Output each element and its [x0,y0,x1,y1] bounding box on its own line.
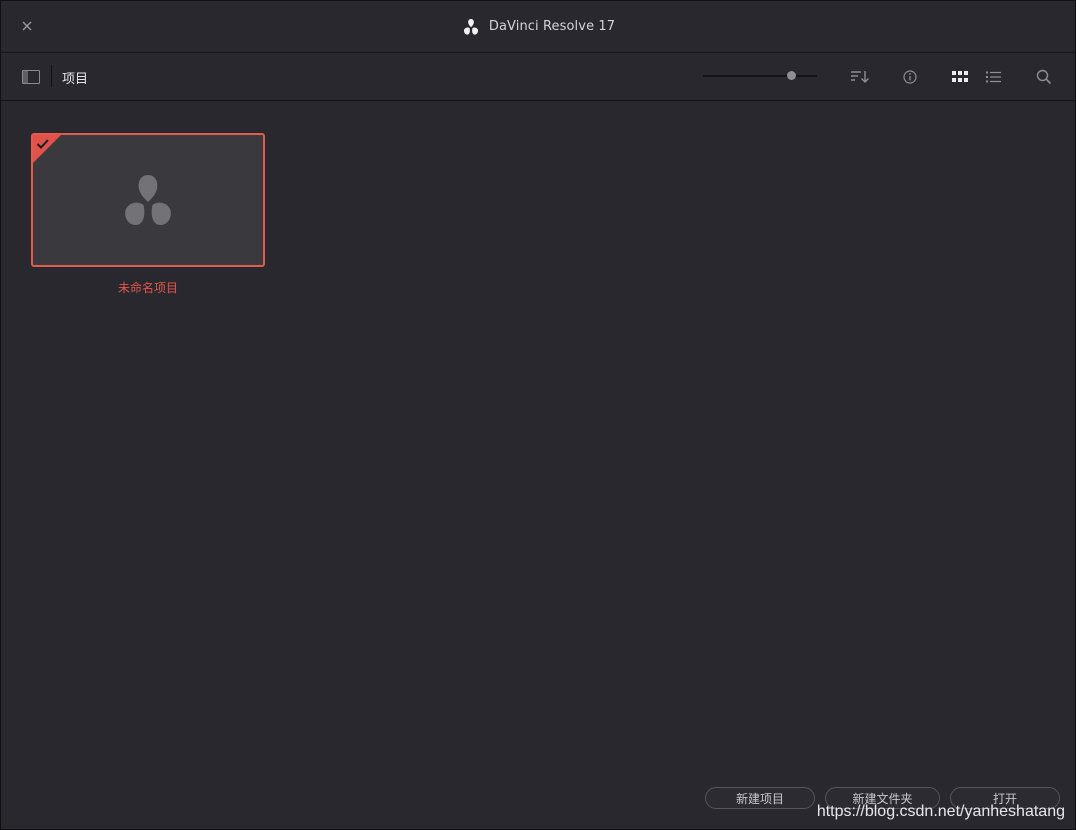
info-button[interactable] [900,67,920,87]
project-thumbnail[interactable] [31,133,265,267]
toolbar: 项目 [1,53,1075,101]
project-card[interactable]: 未命名项目 [31,133,265,296]
sort-icon [851,71,869,83]
project-browser: 未命名项目 新建项目 新建文件夹 打开 https://blog.csdn.ne… [1,101,1075,829]
davinci-logo-icon [463,18,478,35]
list-view-icon [986,71,1001,83]
info-icon [903,70,917,84]
checkmark-icon [36,139,49,149]
search-icon [1036,69,1052,85]
new-project-button[interactable]: 新建项目 [705,787,815,809]
toolbar-divider [51,65,52,87]
breadcrumb[interactable]: 项目 [62,68,88,87]
title-bar: DaVinci Resolve 17 [1,1,1075,53]
list-view-button[interactable] [984,67,1004,87]
slider-handle[interactable] [787,71,796,80]
project-manager-window: DaVinci Resolve 17 项目 未命名项目 新建项目 新建文件夹 打… [0,0,1076,830]
watermark-text: https://blog.csdn.net/yanheshatang [816,803,1065,820]
sidebar-toggle-button[interactable] [22,69,40,84]
window-title: DaVinci Resolve 17 [488,19,616,34]
window-title-group: DaVinci Resolve 17 [1,1,1075,52]
davinci-placeholder-icon [125,175,171,226]
project-name: 未命名项目 [117,281,178,295]
slider-track [703,75,817,77]
sort-button[interactable] [850,67,870,87]
sidebar-toggle-icon [22,70,40,84]
search-button[interactable] [1034,67,1054,87]
grid-view-icon [952,71,968,82]
thumbnail-size-slider[interactable] [703,70,817,82]
grid-view-button[interactable] [950,67,970,87]
